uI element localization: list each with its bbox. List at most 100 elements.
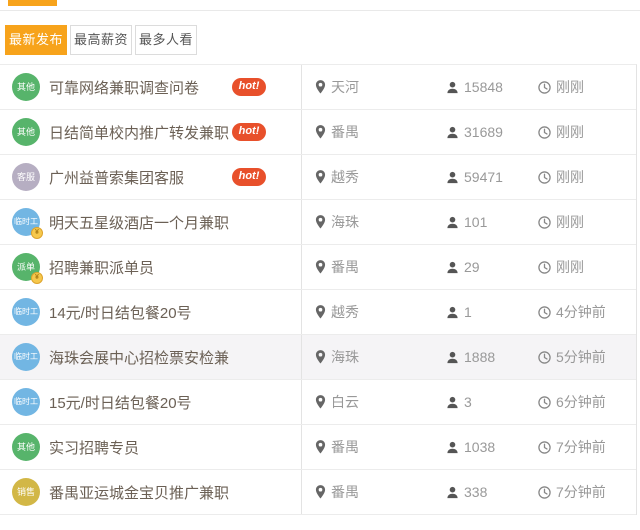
location-cell: 白云 <box>302 392 446 412</box>
time-cell: 刚刚 <box>538 212 636 232</box>
job-title-link[interactable]: 可靠网络兼职调查问卷 <box>49 77 199 98</box>
person-icon <box>446 126 459 139</box>
job-category-label: 临时工 <box>14 397 38 406</box>
job-title-cell: 销售 番禺亚运城金宝贝推广兼职 <box>0 470 302 514</box>
time-cell: 4分钟前 <box>538 302 636 322</box>
job-table: 其他 可靠网络兼职调查问卷 hot! 天河 15848 刚刚 其他 日结简单校内… <box>0 64 637 515</box>
clock-icon <box>538 170 551 184</box>
job-category-badge: 临时工 ¥ <box>12 208 43 239</box>
job-title-link[interactable]: 海珠会展中心招检票安检兼 <box>49 347 229 368</box>
job-title-cell: 派单 ¥ 招聘兼职派单员 <box>0 245 302 289</box>
job-category-badge: 临时工 <box>12 388 40 416</box>
job-category-badge: 其他 <box>12 73 40 101</box>
accent-dash <box>8 0 57 6</box>
location-cell: 番禺 <box>302 482 446 502</box>
time-text: 7分钟前 <box>556 439 606 455</box>
top-divider-strip <box>0 0 640 11</box>
job-row[interactable]: 销售 番禺亚运城金宝贝推广兼职 番禺 338 7分钟前 <box>0 470 636 515</box>
person-icon <box>446 441 459 454</box>
job-title-link[interactable]: 招聘兼职派单员 <box>49 257 154 278</box>
person-icon <box>446 171 459 184</box>
time-cell: 刚刚 <box>538 257 636 277</box>
views-count: 59471 <box>464 169 503 185</box>
job-category-badge: 其他 <box>12 433 40 461</box>
job-category-badge: 临时工 <box>12 298 40 326</box>
job-category-label: 临时工 <box>14 352 38 361</box>
job-category-badge: 销售 <box>12 478 40 506</box>
location-pin-icon <box>315 125 326 139</box>
time-text: 7分钟前 <box>556 484 606 500</box>
person-icon <box>446 261 459 274</box>
person-icon <box>446 396 459 409</box>
coin-icon: ¥ <box>31 227 43 239</box>
clock-icon <box>538 305 551 319</box>
location-text: 越秀 <box>331 169 359 185</box>
location-text: 海珠 <box>331 214 359 230</box>
sort-tab-2[interactable]: 最多人看 <box>135 25 198 55</box>
job-row[interactable]: 临时工 15元/时日结包餐20号 白云 3 6分钟前 <box>0 380 636 425</box>
views-count: 1888 <box>464 349 496 365</box>
job-row[interactable]: 其他 日结简单校内推广转发兼职 hot! 番禺 31689 刚刚 <box>0 110 636 155</box>
job-row[interactable]: 临时工 14元/时日结包餐20号 越秀 1 4分钟前 <box>0 290 636 335</box>
location-pin-icon <box>315 305 326 319</box>
job-category-label: 派单 <box>16 261 35 272</box>
location-pin-icon <box>315 440 326 454</box>
person-icon <box>446 351 459 364</box>
clock-icon <box>538 215 551 229</box>
job-row[interactable]: 其他 实习招聘专员 番禺 1038 7分钟前 <box>0 425 636 470</box>
sort-tab-0[interactable]: 最新发布 <box>5 25 68 55</box>
job-title-link[interactable]: 番禺亚运城金宝贝推广兼职 <box>49 482 229 503</box>
sort-tabs: 最新发布 最高薪资 最多人看 <box>5 25 640 55</box>
job-category-badge: 临时工 <box>12 343 40 371</box>
job-category-badge: 派单 ¥ <box>12 253 43 284</box>
job-title-link[interactable]: 明天五星级酒店一个月兼职 <box>49 212 229 233</box>
time-cell: 7分钟前 <box>538 437 636 457</box>
job-category-label: 其他 <box>16 126 35 137</box>
sort-tab-label: 最新发布 <box>9 32 64 47</box>
time-text: 刚刚 <box>556 214 584 230</box>
location-pin-icon <box>315 80 326 94</box>
job-category-label: 客服 <box>16 171 35 182</box>
job-category-label: 其他 <box>16 441 35 452</box>
sort-tab-1[interactable]: 最高薪资 <box>70 25 133 55</box>
location-text: 番禺 <box>331 124 359 140</box>
job-row[interactable]: 客服 广州益普索集团客服 hot! 越秀 59471 刚刚 <box>0 155 636 200</box>
location-pin-icon <box>315 485 326 499</box>
job-row[interactable]: 临时工 ¥ 明天五星级酒店一个月兼职 海珠 101 刚刚 <box>0 200 636 245</box>
views-cell: 1888 <box>446 349 538 365</box>
job-title-cell: 临时工 14元/时日结包餐20号 <box>0 290 302 334</box>
views-cell: 15848 <box>446 79 538 95</box>
location-cell: 海珠 <box>302 212 446 232</box>
location-cell: 番禺 <box>302 437 446 457</box>
views-count: 338 <box>464 484 488 500</box>
job-title-cell: 客服 广州益普索集团客服 hot! <box>0 155 302 199</box>
job-title-cell: 其他 可靠网络兼职调查问卷 hot! <box>0 65 302 109</box>
job-title-link[interactable]: 15元/时日结包餐20号 <box>49 392 192 413</box>
views-cell: 1038 <box>446 439 538 455</box>
job-title-link[interactable]: 日结简单校内推广转发兼职 <box>49 122 229 143</box>
views-cell: 59471 <box>446 169 538 185</box>
hot-badge: hot! <box>232 123 266 141</box>
job-row[interactable]: 临时工 海珠会展中心招检票安检兼 海珠 1888 5分钟前 <box>0 335 636 380</box>
location-pin-icon <box>315 215 326 229</box>
views-count: 1038 <box>464 439 496 455</box>
location-cell: 天河 <box>302 77 446 97</box>
job-category-label: 其他 <box>16 81 35 92</box>
job-title-cell: 其他 日结简单校内推广转发兼职 hot! <box>0 110 302 154</box>
time-text: 6分钟前 <box>556 394 606 410</box>
job-row[interactable]: 其他 可靠网络兼职调查问卷 hot! 天河 15848 刚刚 <box>0 65 636 110</box>
location-cell: 越秀 <box>302 167 446 187</box>
views-cell: 31689 <box>446 124 538 140</box>
job-title-cell: 临时工 ¥ 明天五星级酒店一个月兼职 <box>0 200 302 244</box>
location-text: 天河 <box>331 79 359 95</box>
job-title-link[interactable]: 广州益普索集团客服 <box>49 167 184 188</box>
views-count: 31689 <box>464 124 503 140</box>
hot-badge: hot! <box>232 168 266 186</box>
job-title-link[interactable]: 14元/时日结包餐20号 <box>49 302 192 323</box>
job-title-link[interactable]: 实习招聘专员 <box>49 437 139 458</box>
location-cell: 越秀 <box>302 302 446 322</box>
time-text: 刚刚 <box>556 124 584 140</box>
clock-icon <box>538 260 551 274</box>
job-title-cell: 临时工 海珠会展中心招检票安检兼 <box>0 335 302 379</box>
job-row[interactable]: 派单 ¥ 招聘兼职派单员 番禺 29 刚刚 <box>0 245 636 290</box>
